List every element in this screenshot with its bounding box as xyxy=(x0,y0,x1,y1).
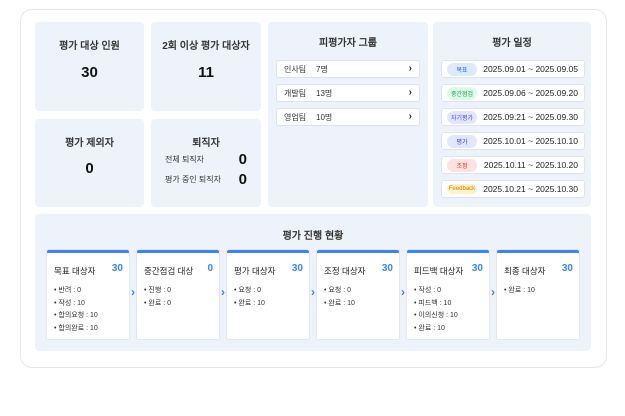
chevron-right-icon: › xyxy=(221,285,225,299)
chevron-right-icon: › xyxy=(131,285,135,299)
stage-detail-list: • 요청 : 0 • 완료 : 10 xyxy=(234,285,265,310)
chevron-right-icon: › xyxy=(491,285,495,299)
stage-card-adjust[interactable]: 조정 대상자 30 • 요청 : 0 • 완료 : 10 xyxy=(317,250,399,339)
stage-detail: • 완료 : 0 xyxy=(144,299,172,307)
evaluee-group-title: 피평가자 그룹 xyxy=(319,38,377,49)
eval-progress-panel: 평가 진행 현황 목표 대상자 30 • 반려 : 0 • 작성 : 10 • … xyxy=(35,214,591,351)
schedule-row: 자기평가 2025.09.21 ~ 2025.09.30 xyxy=(441,108,585,126)
evaluee-group-card: 피평가자 그룹 인사팀 7명 › 개발팀 13명 › 영업팀 10명 › xyxy=(268,22,428,207)
group-count: 10명 xyxy=(316,112,333,122)
repeat-target-title: 2회 이상 평가 대상자 xyxy=(162,41,250,52)
group-row-sales[interactable]: 영업팀 10명 › xyxy=(276,108,420,126)
group-name: 영업팀 xyxy=(284,112,307,122)
stage-detail-list: • 작성 : 0 • 피드백 : 10 • 이의신청 : 10 • 완료 : 1… xyxy=(414,285,458,335)
target-count-title: 평가 대상 인원 xyxy=(59,41,120,52)
stage-detail: • 완료 : 10 xyxy=(504,287,535,294)
stage-count: 30 xyxy=(381,263,393,274)
schedule-row: 평가 2025.10.01 ~ 2025.10.10 xyxy=(441,132,585,150)
stage-detail: • 완료 : 10 xyxy=(234,299,265,307)
stage-count: 30 xyxy=(561,263,573,274)
stage-name: 평가 대상자 xyxy=(234,266,276,276)
stage-card-goal[interactable]: 목표 대상자 30 • 반려 : 0 • 작성 : 10 • 합의요청 : 10… xyxy=(47,250,129,339)
stage-card-midcheck[interactable]: 중간점검 대상 0 • 진행 : 0 • 완료 : 0 xyxy=(137,250,219,339)
stage-detail: • 피드백 : 10 xyxy=(414,299,452,307)
schedule-row: Feedback 2025.10.21 ~ 2025.10.30 xyxy=(441,180,585,198)
eval-schedule-card: 평가 일정 목표 2025.09.01 ~ 2025.09.05 중간점검 20… xyxy=(433,22,591,207)
schedule-row: 중간점검 2025.09.06 ~ 2025.09.20 xyxy=(441,84,585,102)
stage-name: 목표 대상자 xyxy=(54,266,96,276)
stage-count: 30 xyxy=(111,263,123,274)
group-name: 인사팀 xyxy=(284,64,307,74)
target-count-card: 평가 대상 인원 30 xyxy=(35,22,144,111)
stage-card-eval[interactable]: 평가 대상자 30 • 요청 : 0 • 완료 : 10 xyxy=(227,250,309,339)
retired-total-label: 전체 퇴직자 xyxy=(165,155,205,164)
stage-detail: • 요청 : 0 xyxy=(234,287,262,294)
group-row-dev[interactable]: 개발팀 13명 › xyxy=(276,84,420,102)
chevron-right-icon: › xyxy=(311,285,315,299)
stage-name: 피드백 대상자 xyxy=(414,266,464,276)
group-name: 개발팀 xyxy=(284,88,307,98)
group-row-hr[interactable]: 인사팀 7명 › xyxy=(276,60,420,78)
stage-count: 30 xyxy=(291,263,303,274)
stage-name: 최종 대상자 xyxy=(504,266,546,276)
stage-detail: • 완료 : 10 xyxy=(414,324,445,332)
stage-card-feedback[interactable]: 피드백 대상자 30 • 작성 : 0 • 피드백 : 10 • 이의신청 : … xyxy=(407,250,489,339)
schedule-badge: 목표 xyxy=(447,62,477,76)
retired-in-eval-value: 0 xyxy=(238,171,247,188)
stage-detail: • 작성 : 0 xyxy=(414,287,442,294)
stage-detail: • 합의완료 : 10 xyxy=(54,324,98,332)
schedule-row: 조정 2025.10.11 ~ 2025.10.20 xyxy=(441,156,585,174)
chevron-right-icon: › xyxy=(408,111,412,122)
stage-detail: • 완료 : 10 xyxy=(324,299,355,307)
schedule-row: 목표 2025.09.01 ~ 2025.09.05 xyxy=(441,60,585,78)
stage-detail-list: • 완료 : 10 xyxy=(504,285,535,298)
schedule-badge: 평가 xyxy=(447,134,477,148)
schedule-dates: 2025.10.21 ~ 2025.10.30 xyxy=(483,184,578,194)
schedule-badge: 조정 xyxy=(447,158,477,172)
retired-total-row: 전체 퇴직자 0 xyxy=(165,151,247,168)
chevron-right-icon: › xyxy=(408,87,412,98)
stage-name: 조정 대상자 xyxy=(324,266,366,276)
stage-detail: • 반려 : 0 xyxy=(54,287,82,294)
schedule-badge: 자기평가 xyxy=(447,110,477,124)
stage-detail: • 합의요청 : 10 xyxy=(54,312,98,319)
schedule-dates: 2025.10.11 ~ 2025.10.20 xyxy=(483,160,578,170)
stage-detail: • 진행 : 0 xyxy=(144,287,172,294)
stage-card-final[interactable]: 최종 대상자 30 • 완료 : 10 xyxy=(497,250,579,339)
retired-in-eval-row: 평가 중인 퇴직자 0 xyxy=(165,171,247,188)
stage-detail: • 요청 : 0 xyxy=(324,287,352,294)
stage-count: 0 xyxy=(207,263,213,274)
stage-detail: • 이의신청 : 10 xyxy=(414,312,458,319)
schedule-dates: 2025.09.21 ~ 2025.09.30 xyxy=(483,112,578,122)
chevron-right-icon: › xyxy=(401,285,405,299)
stage-detail-list: • 요청 : 0 • 완료 : 10 xyxy=(324,285,355,310)
schedule-dates: 2025.09.01 ~ 2025.09.05 xyxy=(483,64,578,74)
stage-name: 중간점검 대상 xyxy=(144,266,194,276)
target-count-value: 30 xyxy=(81,64,98,81)
group-count: 13명 xyxy=(316,88,333,98)
eval-progress-title: 평가 진행 현황 xyxy=(282,231,344,242)
schedule-badge: Feedback xyxy=(447,184,477,194)
retired-title: 퇴직자 xyxy=(192,138,220,149)
excluded-card: 평가 제외자 0 xyxy=(35,119,144,207)
chevron-right-icon: › xyxy=(408,63,412,74)
retired-card: 퇴직자 전체 퇴직자 0 평가 중인 퇴직자 0 xyxy=(151,119,261,207)
excluded-value: 0 xyxy=(85,160,94,177)
excluded-title: 평가 제외자 xyxy=(65,138,114,149)
stage-detail-list: • 반려 : 0 • 작성 : 10 • 합의요청 : 10 • 합의완료 : … xyxy=(54,285,98,335)
group-count: 7명 xyxy=(316,64,328,74)
schedule-dates: 2025.10.01 ~ 2025.10.10 xyxy=(483,136,578,146)
retired-in-eval-label: 평가 중인 퇴직자 xyxy=(165,175,221,184)
retired-total-value: 0 xyxy=(238,151,247,168)
stage-detail-list: • 진행 : 0 • 완료 : 0 xyxy=(144,285,171,310)
schedule-badge: 중간점검 xyxy=(447,86,477,100)
repeat-target-card: 2회 이상 평가 대상자 11 xyxy=(151,22,261,111)
eval-schedule-title: 평가 일정 xyxy=(492,38,532,49)
repeat-target-value: 11 xyxy=(198,64,214,81)
schedule-dates: 2025.09.06 ~ 2025.09.20 xyxy=(483,88,578,98)
stage-count: 30 xyxy=(471,263,483,274)
stage-detail: • 작성 : 10 xyxy=(54,299,85,307)
